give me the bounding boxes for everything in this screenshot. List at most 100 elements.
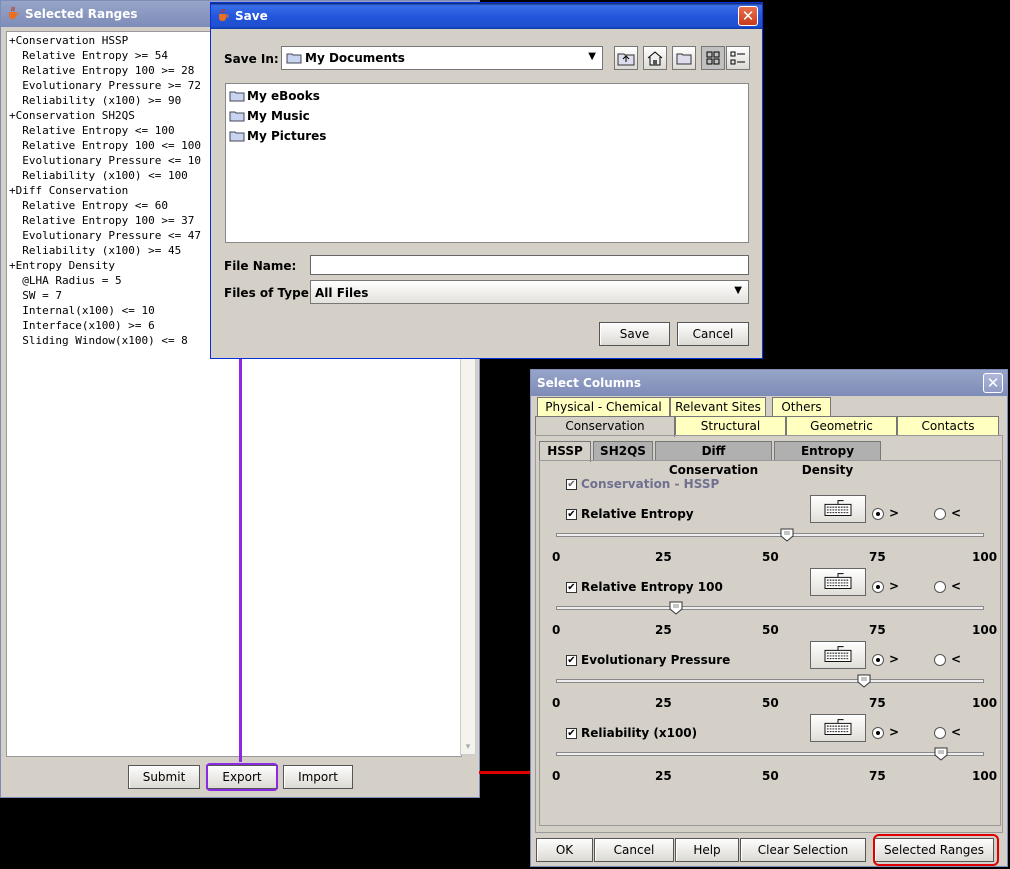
less-than-radio[interactable]: [934, 727, 946, 739]
clear-selection-button[interactable]: Clear Selection: [740, 838, 866, 862]
subtab-item[interactable]: Entropy Density: [774, 441, 881, 477]
slider-row: ✔ Evolutionary Pressure > <0 25 50 75 100: [540, 641, 1000, 719]
list-view-icon: [706, 51, 720, 65]
slider-thumb[interactable]: [934, 747, 948, 761]
tick-label: 25: [655, 769, 672, 783]
ok-button[interactable]: OK: [536, 838, 593, 862]
range-line: Reliability (x100) <= 100: [9, 169, 188, 182]
tick-label: 100: [972, 623, 998, 637]
save-in-combo[interactable]: My Documents ▼: [281, 46, 603, 70]
file-name: My eBooks: [247, 89, 320, 103]
cancel-button[interactable]: Cancel: [677, 322, 749, 346]
tab-row2-item[interactable]: Geometric: [786, 416, 897, 436]
greater-than-radio[interactable]: [872, 727, 884, 739]
range-line: Evolutionary Pressure <= 47: [9, 229, 202, 242]
list-item[interactable]: My eBooks: [228, 87, 428, 105]
close-icon[interactable]: ✕: [738, 6, 758, 26]
list-view-button[interactable]: [701, 46, 725, 70]
tab-row1-item[interactable]: Physical - Chemical: [537, 397, 670, 417]
up-folder-button[interactable]: [614, 46, 638, 70]
keyboard-button[interactable]: [810, 495, 866, 523]
slider-checkbox[interactable]: ✔: [566, 582, 577, 593]
java-cup-icon: [9, 6, 19, 19]
tick-label: 0: [552, 550, 561, 564]
greater-than-radio[interactable]: [872, 581, 884, 593]
tick-label: 0: [552, 623, 561, 637]
group-checkbox[interactable]: ✔: [566, 479, 577, 490]
list-item[interactable]: My Music: [228, 107, 428, 125]
tick-label: 25: [655, 550, 672, 564]
list-item[interactable]: My Pictures: [228, 127, 428, 145]
slider-checkbox[interactable]: ✔: [566, 728, 577, 739]
greater-than-radio[interactable]: [872, 654, 884, 666]
less-than-radio[interactable]: [934, 581, 946, 593]
details-view-button[interactable]: [726, 46, 750, 70]
submit-button[interactable]: Submit: [128, 765, 200, 789]
select-columns-title: Select Columns: [537, 376, 641, 390]
new-folder-button[interactable]: [672, 46, 696, 70]
range-line: Relative Entropy 100 >= 28: [9, 64, 195, 77]
greater-than-label: >: [889, 579, 900, 593]
scroll-down-arrow[interactable]: ▾: [461, 740, 475, 754]
less-than-radio[interactable]: [934, 654, 946, 666]
slider-track[interactable]: [556, 752, 984, 756]
range-line: +Entropy Density: [9, 259, 115, 272]
range-line: +Conservation HSSP: [9, 34, 129, 47]
slider-checkbox[interactable]: ✔: [566, 655, 577, 666]
select-columns-titlebar[interactable]: Select Columns ✕: [531, 370, 1007, 396]
select-columns-window: Select Columns ✕ Physical - Chemical Rele…: [530, 369, 1008, 867]
home-button[interactable]: [643, 46, 667, 70]
import-button[interactable]: Import: [283, 765, 353, 789]
tab-row1-item[interactable]: Relevant Sites: [670, 397, 766, 417]
save-button[interactable]: Save: [599, 322, 670, 346]
tick-label: 75: [869, 550, 886, 564]
slider-track[interactable]: [556, 533, 984, 537]
range-line: Internal(x100) <= 10: [9, 304, 155, 317]
greater-than-label: >: [889, 725, 900, 739]
greater-than-radio[interactable]: [872, 508, 884, 520]
keyboard-button[interactable]: [810, 714, 866, 742]
subtab-item[interactable]: SH2QS: [593, 441, 653, 461]
less-than-label: <: [951, 652, 962, 666]
save-titlebar[interactable]: Save ✕: [211, 3, 762, 29]
slider-track[interactable]: [556, 679, 984, 683]
tick-label: 50: [762, 696, 779, 710]
up-folder-icon: [617, 53, 635, 66]
tab-row2-item[interactable]: Structural: [675, 416, 786, 436]
range-line: SW = 7: [9, 289, 62, 302]
keyboard-button[interactable]: [810, 641, 866, 669]
less-than-radio[interactable]: [934, 508, 946, 520]
help-button[interactable]: Help: [675, 838, 739, 862]
slider-label: Relative Entropy: [581, 507, 694, 521]
slider-checkbox[interactable]: ✔: [566, 509, 577, 520]
chevron-down-icon: ▼: [734, 285, 742, 296]
keyboard-icon: [824, 573, 852, 589]
slider-label: Relative Entropy 100: [581, 580, 723, 594]
java-cup-icon: [219, 8, 229, 21]
cancel-button[interactable]: Cancel: [594, 838, 674, 862]
range-line: Reliability (x100) >= 45: [9, 244, 182, 257]
slider-track[interactable]: [556, 606, 984, 610]
tick-label: 0: [552, 696, 561, 710]
export-annotation-line: [239, 358, 242, 762]
files-of-type-combo[interactable]: All Files ▼: [310, 280, 749, 304]
close-icon[interactable]: ✕: [983, 373, 1003, 393]
keyboard-button[interactable]: [810, 568, 866, 596]
slider-thumb[interactable]: [857, 674, 871, 688]
greater-than-label: >: [889, 506, 900, 520]
slider-label: Evolutionary Pressure: [581, 653, 731, 667]
file-list[interactable]: My eBooks My Music My Pictures: [225, 83, 749, 243]
slider-thumb[interactable]: [669, 601, 683, 615]
tab-row2-item[interactable]: Contacts: [897, 416, 999, 436]
tick-label: 75: [869, 769, 886, 783]
tab-row1-item[interactable]: Others: [772, 397, 831, 417]
subtab-item[interactable]: Diff Conservation: [655, 441, 772, 477]
tab-row2-item[interactable]: Conservation: [535, 416, 675, 437]
slider-thumb[interactable]: [780, 528, 794, 542]
selected-ranges-title: Selected Ranges: [25, 7, 138, 21]
folder-icon: [286, 53, 302, 64]
new-folder-icon: [676, 53, 692, 65]
file-name-field[interactable]: [310, 255, 749, 275]
subtab-item[interactable]: HSSP: [539, 441, 591, 462]
chevron-down-icon: ▼: [588, 51, 596, 62]
